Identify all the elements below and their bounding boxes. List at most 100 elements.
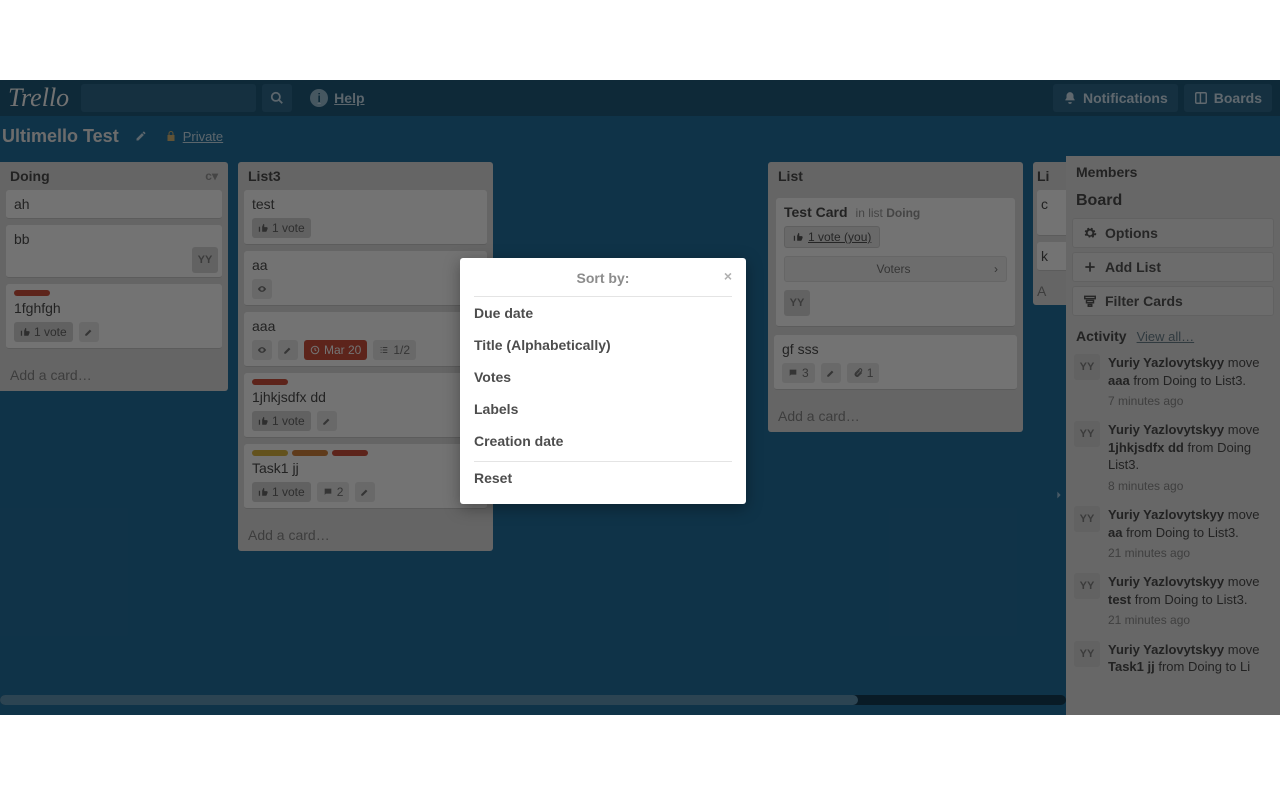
card[interactable]: aa xyxy=(244,251,487,306)
activity-text: Yuriy Yazlovytskyy move test from Doing … xyxy=(1108,573,1272,628)
sort-option[interactable]: Title (Alphabetically) xyxy=(474,329,732,361)
vote-button[interactable]: 1 vote (you) xyxy=(784,226,880,248)
sidebar-options-button[interactable]: Options xyxy=(1072,218,1274,248)
add-card-button[interactable]: Add a card… xyxy=(0,359,228,391)
addlist-label: Add List xyxy=(1105,259,1161,275)
card[interactable]: k xyxy=(1037,242,1066,271)
activity-text: Yuriy Yazlovytskyy move aa from Doing to… xyxy=(1108,506,1272,561)
activity-item: YY Yuriy Yazlovytskyy move aa from Doing … xyxy=(1072,500,1274,567)
boards-button[interactable]: Boards xyxy=(1184,84,1272,112)
search-input[interactable] xyxy=(81,84,256,112)
list-title: Li xyxy=(1037,168,1049,184)
card[interactable]: c xyxy=(1037,190,1066,236)
add-card-button[interactable]: A xyxy=(1033,277,1066,305)
horizontal-scrollbar-track[interactable] xyxy=(0,695,1066,705)
view-all-link[interactable]: View all… xyxy=(1137,329,1195,344)
activity-avatar[interactable]: YY xyxy=(1074,421,1100,447)
list-title: List xyxy=(778,168,803,184)
card-title: ah xyxy=(14,196,30,212)
sort-option[interactable]: Due date xyxy=(474,297,732,329)
card[interactable]: aaa Mar 20 1/2 xyxy=(244,312,487,367)
edit-badge[interactable] xyxy=(317,411,337,431)
card[interactable]: Task1 jj 1 vote 2 xyxy=(244,444,487,509)
card[interactable]: 1jhkjsdfx dd 1 vote xyxy=(244,373,487,438)
sidebar-addlist-button[interactable]: Add List xyxy=(1072,252,1274,282)
edit-badge[interactable] xyxy=(355,482,375,502)
bell-icon xyxy=(1063,91,1077,105)
comment-icon xyxy=(788,368,798,378)
activity-avatar[interactable]: YY xyxy=(1074,506,1100,532)
sort-reset[interactable]: Reset xyxy=(474,462,732,494)
app-logo[interactable]: Trello xyxy=(8,83,69,113)
activity-text: Yuriy Yazlovytskyy move 1jhkjsdfx dd fro… xyxy=(1108,421,1272,494)
rename-board-button[interactable] xyxy=(129,124,153,148)
comments-badge: 3 xyxy=(782,363,815,383)
vote-badge: 1 vote xyxy=(252,482,311,502)
card-title: 1fghfgh xyxy=(14,300,61,316)
edit-badge[interactable] xyxy=(821,363,841,383)
horizontal-scrollbar-thumb[interactable] xyxy=(0,695,858,705)
sidebar-filter-button[interactable]: Filter Cards xyxy=(1072,286,1274,316)
voter-avatar[interactable]: YY xyxy=(784,290,810,316)
pencil-icon xyxy=(135,130,147,142)
activity-avatar[interactable]: YY xyxy=(1074,354,1100,380)
voters-row[interactable]: Voters › xyxy=(784,256,1007,282)
test-card[interactable]: Test Card in list Doing 1 vote (you) Vot… xyxy=(776,198,1015,327)
list-menu-button[interactable]: c▾ xyxy=(205,169,218,183)
activity-item: YYYuriy Yazlovytskyy move aaa from Doing… xyxy=(1072,348,1274,415)
list-title: Doing xyxy=(10,168,50,184)
search-icon xyxy=(270,91,284,105)
activity-avatar[interactable]: YY xyxy=(1074,573,1100,599)
sidebar: Members Board Options Add List Filter Ca… xyxy=(1066,156,1280,715)
edit-badge[interactable] xyxy=(278,340,298,360)
notifications-button[interactable]: Notifications xyxy=(1053,84,1178,112)
sidebar-members-header: Members xyxy=(1066,156,1280,184)
activity-item: YY Yuriy Yazlovytskyy move 1jhkjsdfx dd f… xyxy=(1072,415,1274,500)
list-doing: Doing c▾ ah bb YY 1fghfgh 1 vote xyxy=(0,162,228,391)
in-list-label: in list Doing xyxy=(856,206,921,220)
sidebar-board-header: Board xyxy=(1066,184,1280,214)
notifications-label: Notifications xyxy=(1083,90,1168,106)
card[interactable]: gf sss 3 1 xyxy=(774,335,1017,390)
card[interactable]: bb YY xyxy=(6,225,222,278)
boards-label: Boards xyxy=(1214,90,1262,106)
sort-option[interactable]: Votes xyxy=(474,361,732,393)
comment-icon xyxy=(323,487,333,497)
list-list: List Test Card in list Doing 1 vote (you… xyxy=(768,162,1023,432)
chevron-right-icon: › xyxy=(994,262,998,276)
card[interactable]: ah xyxy=(6,190,222,219)
sort-option[interactable]: Creation date xyxy=(474,425,732,457)
popover-close-button[interactable]: × xyxy=(724,268,732,284)
card-title: Task1 jj xyxy=(252,460,299,476)
pencil-icon xyxy=(283,345,293,355)
vote-badge: 1 vote xyxy=(252,411,311,431)
comments-badge: 2 xyxy=(317,482,350,502)
activity-item: YY Yuriy Yazlovytskyy move test from Doin… xyxy=(1072,567,1274,634)
activity-avatar[interactable]: YY xyxy=(1074,641,1100,667)
thumb-up-icon xyxy=(258,487,268,497)
privacy-link[interactable]: Private xyxy=(183,129,223,144)
watch-badge xyxy=(252,279,272,299)
filter-label: Filter Cards xyxy=(1105,293,1183,309)
vote-badge: 1 vote xyxy=(252,218,311,238)
card[interactable]: test 1 vote xyxy=(244,190,487,245)
card[interactable]: 1fghfgh 1 vote xyxy=(6,284,222,349)
list-title: List3 xyxy=(248,168,281,184)
sort-option[interactable]: Labels xyxy=(474,393,732,425)
eye-icon xyxy=(256,345,268,355)
test-card-title: Test Card xyxy=(784,204,848,220)
edit-badge[interactable] xyxy=(79,322,99,342)
card-member-avatar[interactable]: YY xyxy=(192,247,218,273)
search-button[interactable] xyxy=(262,84,292,112)
board-title: Ultimello Test xyxy=(2,126,119,147)
thumb-up-icon xyxy=(258,416,268,426)
add-card-button[interactable]: Add a card… xyxy=(238,519,493,551)
card-title: aaa xyxy=(252,318,275,334)
activity-text: Yuriy Yazlovytskyy move Task1 jj from Do… xyxy=(1108,641,1272,680)
help-link[interactable]: i Help xyxy=(310,89,364,107)
lock-icon xyxy=(165,130,177,142)
add-card-button[interactable]: Add a card… xyxy=(768,400,1023,432)
pencil-icon xyxy=(826,368,836,378)
watch-badge xyxy=(252,340,272,360)
sidebar-collapse-button[interactable] xyxy=(1052,480,1066,510)
